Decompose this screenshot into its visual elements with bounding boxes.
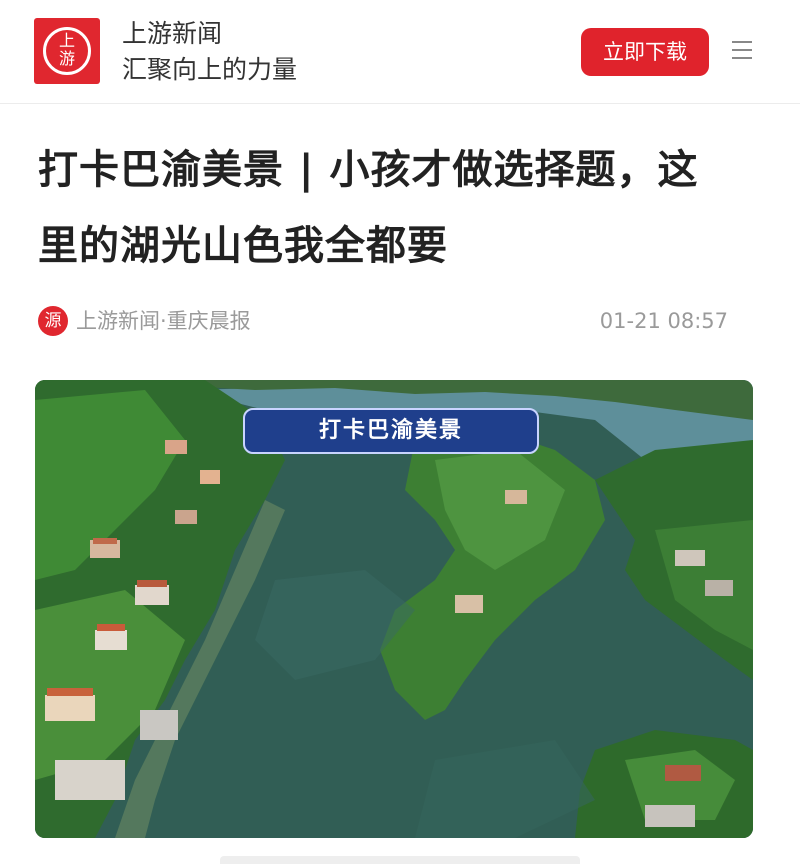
article-title: 打卡巴渝美景 | 小孩才做选择题，这里的湖光山色我全都要 [38, 147, 699, 269]
aerial-lake-photo[interactable]: 打卡巴渝美景 [35, 380, 753, 838]
bottom-pill [220, 856, 580, 864]
brand-name: 上游新闻 [122, 19, 223, 48]
bottom-strip [0, 840, 800, 864]
download-app-button[interactable]: 立即下载 [581, 28, 709, 76]
article-timestamp: 01-21 08:57 [599, 309, 728, 333]
logo-text: 上 游 [58, 31, 75, 68]
article-source[interactable]: 上游新闻·重庆晨报 [76, 306, 251, 336]
app-header: 上 游 上游新闻 汇聚向上的力量 立即下载 [0, 0, 800, 104]
brand-slogan: 汇聚向上的力量 [122, 55, 298, 84]
photo-badge: 打卡巴渝美景 [243, 408, 539, 454]
source-icon: 源 [38, 306, 68, 336]
shangyou-logo[interactable]: 上 游 [34, 18, 100, 84]
hamburger-menu-icon[interactable] [732, 41, 752, 59]
